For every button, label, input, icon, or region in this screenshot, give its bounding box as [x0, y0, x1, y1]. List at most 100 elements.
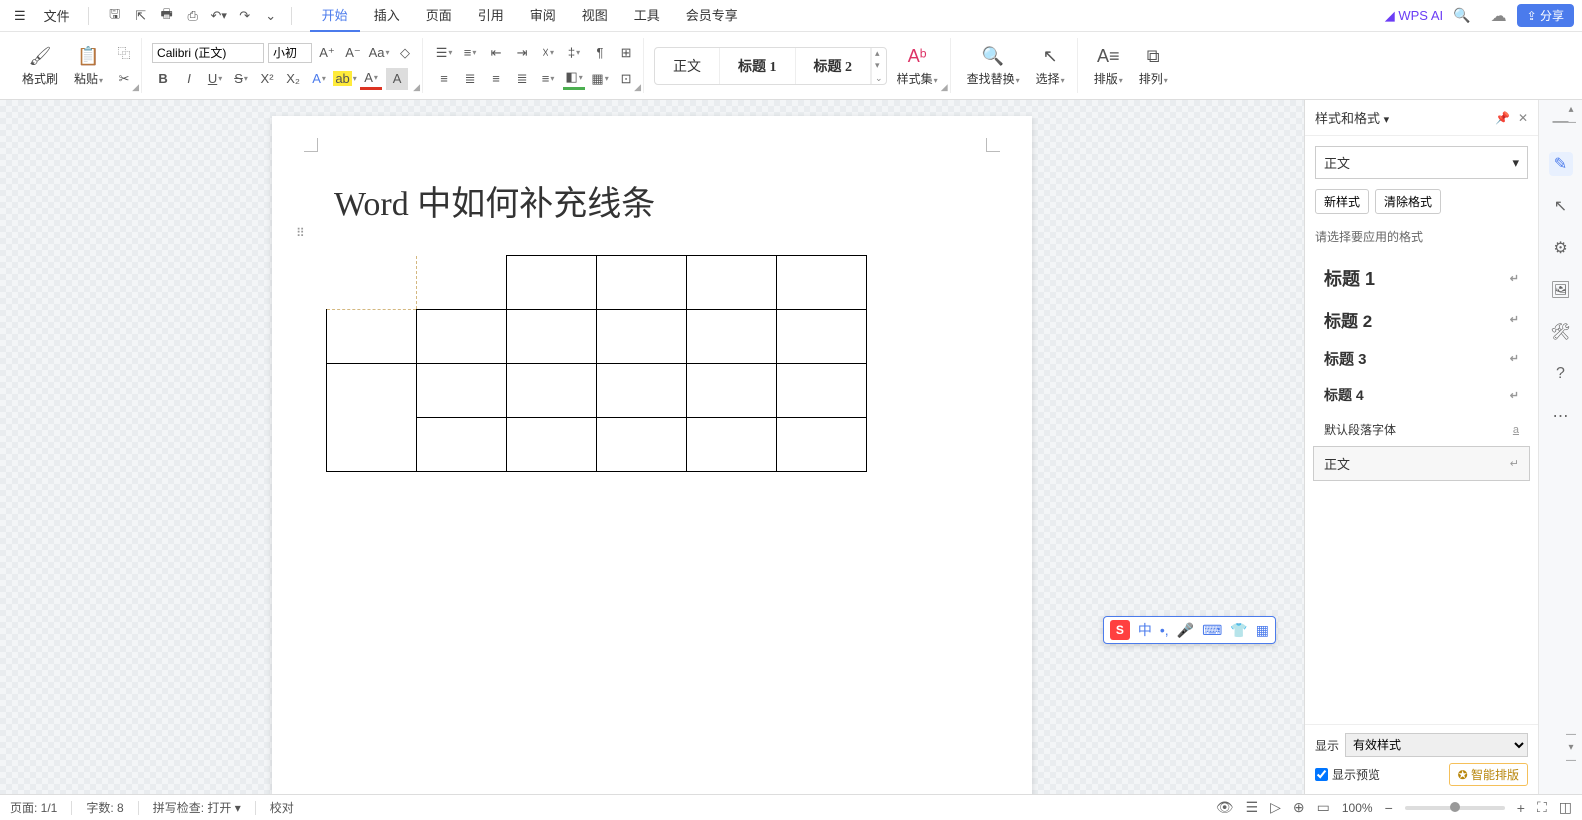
fit-page-icon[interactable]: ◫	[1559, 799, 1572, 816]
clipboard-launcher-icon[interactable]: ◢	[132, 82, 139, 93]
print-preview-icon[interactable]: ⎙	[183, 6, 203, 26]
find-replace-button[interactable]: 🔍查找替换▾	[961, 42, 1026, 89]
gallery-more-icon[interactable]: ⌄	[872, 73, 886, 84]
line-spacing-icon[interactable]: ‡▾	[563, 42, 585, 64]
share-button[interactable]: ⇪ 分享	[1517, 4, 1574, 27]
cloud-icon[interactable]: ☁	[1491, 6, 1507, 26]
show-marks-icon[interactable]: ⊞	[615, 42, 637, 64]
font-name-combo[interactable]	[152, 43, 264, 63]
clear-format-icon[interactable]: ◇	[394, 42, 416, 64]
wps-ai-button[interactable]: ◢ WPS AI	[1385, 8, 1443, 24]
ime-punct-icon[interactable]: •,	[1160, 622, 1169, 638]
tab-tools[interactable]: 工具	[622, 0, 672, 32]
reading-view-icon[interactable]: 👁	[1216, 799, 1234, 816]
zoom-in-icon[interactable]: +	[1517, 800, 1525, 816]
tab-insert[interactable]: 插入	[362, 0, 412, 32]
redo-icon[interactable]: ↷	[235, 6, 255, 26]
style-heading2[interactable]: 标题 2	[796, 48, 872, 84]
more-icon[interactable]: ⋯	[1549, 404, 1573, 428]
tab-member[interactable]: 会员专享	[674, 0, 750, 32]
status-proof[interactable]: 校对	[270, 799, 294, 816]
zoom-value[interactable]: 100%	[1342, 801, 1373, 815]
numbering-icon[interactable]: ≡▾	[459, 42, 481, 64]
style-entry-body[interactable]: 正文↵	[1313, 446, 1530, 481]
tools-icon[interactable]: 🛠	[1549, 320, 1573, 344]
status-page[interactable]: 页面: 1/1	[10, 799, 57, 816]
borders-icon[interactable]: ▦▾	[589, 68, 611, 90]
style-entry-h3[interactable]: 标题 3↵	[1313, 340, 1530, 377]
style-entry-h4[interactable]: 标题 4↵	[1313, 377, 1530, 413]
hamburger-icon[interactable]: ☰	[8, 4, 32, 28]
subscript-icon[interactable]: X₂	[282, 68, 304, 90]
ime-lang[interactable]: 中	[1138, 620, 1152, 640]
export-icon[interactable]: ⇱	[131, 6, 151, 26]
select-button[interactable]: ↖选择▾	[1030, 42, 1071, 89]
tab-review[interactable]: 审阅	[518, 0, 568, 32]
shrink-font-icon[interactable]: A⁻	[342, 42, 364, 64]
style-body[interactable]: 正文	[655, 48, 720, 84]
help-icon[interactable]: ?	[1549, 362, 1573, 386]
search-icon[interactable]: 🔍	[1453, 7, 1470, 24]
ime-tools-icon[interactable]: ▦	[1256, 622, 1269, 639]
status-spellcheck[interactable]: 拼写检查: 打开 ▾	[153, 799, 241, 816]
template-icon[interactable]: 🖼	[1549, 278, 1573, 302]
arrange-button[interactable]: ⧉排列▾	[1133, 42, 1174, 89]
style-set-button[interactable]: Aᵇ样式集▾	[891, 42, 944, 89]
decrease-indent-icon[interactable]: ⇤	[485, 42, 507, 64]
style-entry-h2[interactable]: 标题 2↵	[1313, 299, 1530, 340]
zoom-slider[interactable]	[1405, 806, 1505, 810]
document-title[interactable]: Word 中如何补充线条	[334, 176, 978, 225]
align-right-icon[interactable]: ≡	[485, 68, 507, 90]
display-filter-select[interactable]: 有效样式	[1345, 733, 1528, 757]
tab-reference[interactable]: 引用	[466, 0, 516, 32]
clear-format-button[interactable]: 清除格式	[1375, 189, 1441, 214]
bold-icon[interactable]: B	[152, 68, 174, 90]
ime-skin-icon[interactable]: 👕	[1230, 622, 1247, 639]
zoom-out-icon[interactable]: −	[1385, 800, 1393, 816]
grow-font-icon[interactable]: A⁺	[316, 42, 338, 64]
close-icon[interactable]: ✕	[1518, 111, 1528, 125]
italic-icon[interactable]: I	[178, 68, 200, 90]
gallery-down-icon[interactable]: ▾	[872, 60, 886, 71]
fill-color-icon[interactable]: ◧▾	[563, 68, 585, 90]
document-page[interactable]: ⠿ Word 中如何补充线条	[272, 116, 1032, 794]
tab-view[interactable]: 视图	[570, 0, 620, 32]
paragraph-launcher-icon[interactable]: ◢	[634, 82, 641, 93]
bullets-icon[interactable]: ☰▾	[433, 42, 455, 64]
gallery-up-icon[interactable]: ▴	[872, 48, 886, 59]
distribute-icon[interactable]: ≡▾	[537, 68, 559, 90]
tab-page[interactable]: 页面	[414, 0, 464, 32]
strike-icon[interactable]: S▾	[230, 68, 252, 90]
print-icon[interactable]: 🖶	[157, 6, 177, 26]
highlight-icon[interactable]: ab▾	[334, 68, 356, 90]
split-bot-icon[interactable]: ▾	[1568, 742, 1573, 753]
align-center-icon[interactable]: ≣	[459, 68, 481, 90]
copy-icon[interactable]: ⿻	[113, 42, 135, 64]
shading-icon[interactable]: ¶	[589, 42, 611, 64]
new-style-button[interactable]: 新样式	[1315, 189, 1369, 214]
web-layout-icon[interactable]: ⊕	[1293, 799, 1305, 816]
settings-icon[interactable]: ⚙	[1549, 236, 1573, 260]
ime-toolbar[interactable]: S 中 •, 🎤 ⌨ 👕 ▦	[1103, 616, 1276, 644]
ime-keyboard-icon[interactable]: ⌨	[1202, 622, 1222, 639]
play-icon[interactable]: ▷	[1270, 799, 1281, 816]
superscript-icon[interactable]: X²	[256, 68, 278, 90]
paste-button[interactable]: 📋粘贴▾	[68, 42, 109, 89]
typeset-button[interactable]: A≡排版▾	[1088, 42, 1129, 89]
ime-voice-icon[interactable]: 🎤	[1177, 622, 1194, 639]
format-painter-button[interactable]: 🖌格式刷	[16, 42, 64, 89]
font-size-combo[interactable]	[268, 43, 312, 63]
outline-view-icon[interactable]: ☰	[1246, 799, 1259, 816]
qat-more-icon[interactable]: ⌄	[261, 6, 281, 26]
document-scroll[interactable]: ⠿ Word 中如何补充线条	[0, 100, 1304, 794]
fullscreen-icon[interactable]: ⛶	[1537, 799, 1547, 816]
font-color-icon[interactable]: A▾	[360, 68, 382, 90]
show-preview-checkbox[interactable]: 显示预览	[1315, 766, 1380, 783]
drag-handle-icon[interactable]: ⠿	[296, 226, 307, 240]
current-style-combo[interactable]: 正文▾	[1315, 146, 1528, 179]
save-icon[interactable]: 🖫	[105, 6, 125, 26]
style-entry-default-font[interactable]: 默认段落字体a	[1313, 413, 1530, 446]
sort-icon[interactable]: ☓▾	[537, 42, 559, 64]
style-heading1[interactable]: 标题 1	[720, 48, 796, 84]
file-menu[interactable]: 文件	[36, 2, 78, 29]
